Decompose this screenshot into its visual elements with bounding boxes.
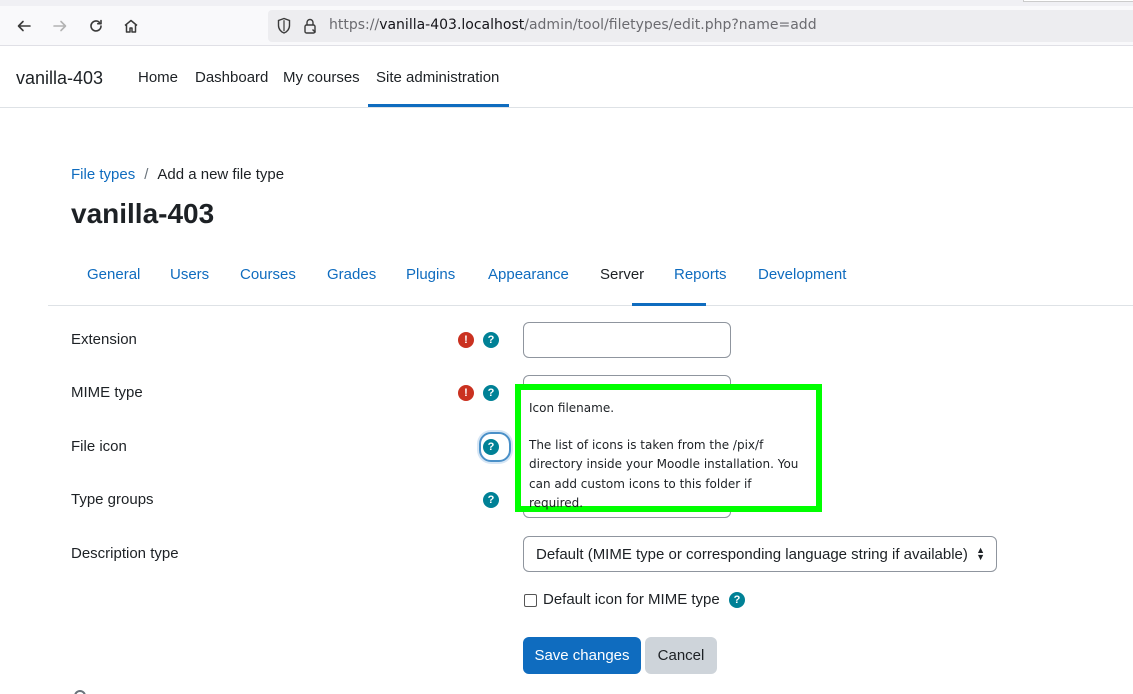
description-type-value: Default (MIME type or corresponding lang… (536, 546, 968, 563)
breadcrumb-current: Add a new file type (157, 166, 285, 183)
type-groups-label: Type groups (71, 491, 154, 508)
site-name[interactable]: vanilla-403 (16, 68, 103, 89)
tab-general[interactable]: General (87, 266, 140, 283)
home-icon[interactable] (120, 15, 142, 37)
extension-label: Extension (71, 331, 137, 348)
help-icon[interactable]: ? (483, 439, 499, 455)
extension-input[interactable] (523, 322, 731, 358)
default-icon-label[interactable]: Default icon for MIME type (543, 591, 720, 608)
help-icon[interactable]: ? (483, 332, 499, 348)
primary-navbar: vanilla-403 Home Dashboard My courses Si… (0, 47, 1133, 108)
cancel-button[interactable]: Cancel (645, 637, 717, 674)
tab-development[interactable]: Development (758, 266, 846, 283)
url-path: /admin/tool/filetypes/edit.php?name=add (524, 17, 817, 33)
forward-icon[interactable] (49, 15, 71, 37)
default-icon-checkbox[interactable] (524, 594, 537, 607)
reload-icon[interactable] (85, 15, 107, 37)
back-icon[interactable] (13, 15, 35, 37)
browser-tab-strip (0, 0, 1133, 6)
description-type-select[interactable]: Default (MIME type or corresponding lang… (523, 536, 997, 572)
tab-server[interactable]: Server (600, 266, 644, 283)
help-icon[interactable]: ? (729, 592, 745, 608)
tab-users[interactable]: Users (170, 266, 209, 283)
partially-visible-icon (74, 690, 86, 694)
url-bar[interactable]: https://vanilla-403.localhost/admin/tool… (268, 10, 1133, 42)
help-popover: Icon filename. The list of icons is take… (515, 384, 822, 512)
tab-grades[interactable]: Grades (327, 266, 376, 283)
help-icon[interactable]: ? (483, 385, 499, 401)
nav-home[interactable]: Home (138, 69, 178, 86)
popover-body: The list of icons is taken from the /pix… (529, 437, 799, 511)
nav-site-administration[interactable]: Site administration (376, 69, 499, 86)
help-icon[interactable]: ? (483, 492, 499, 508)
url-host: vanilla-403.localhost (379, 17, 525, 33)
lock-icon[interactable] (302, 17, 318, 40)
save-changes-button[interactable]: Save changes (523, 637, 641, 674)
mime-type-label: MIME type (71, 384, 143, 401)
popover-content: Icon filename. The list of icons is take… (529, 399, 809, 514)
tab-appearance[interactable]: Appearance (488, 266, 569, 283)
file-icon-label: File icon (71, 438, 127, 455)
select-arrows-icon: ▲ ▼ (976, 545, 985, 562)
page-title: vanilla-403 (71, 198, 215, 229)
secondary-navigation: General Users Courses Grades Plugins App… (48, 255, 1133, 306)
tracking-shield-icon[interactable] (276, 17, 292, 40)
url-text: https://vanilla-403.localhost/admin/tool… (329, 17, 817, 33)
breadcrumb: File types / Add a new file type (71, 166, 284, 183)
required-icon: ! (458, 332, 474, 348)
popover-title: Icon filename. (529, 401, 615, 415)
nav-dashboard[interactable]: Dashboard (195, 69, 268, 86)
nav-my-courses[interactable]: My courses (283, 69, 360, 86)
tab-reports[interactable]: Reports (674, 266, 727, 283)
breadcrumb-separator: / (144, 166, 149, 183)
browser-toolbar: https://vanilla-403.localhost/admin/tool… (0, 0, 1133, 46)
required-icon: ! (458, 385, 474, 401)
browser-tab-edge (1023, 0, 1133, 2)
tab-active-indicator (632, 303, 706, 306)
description-type-label: Description type (71, 545, 179, 562)
tab-courses[interactable]: Courses (240, 266, 296, 283)
breadcrumb-file-types[interactable]: File types (71, 166, 135, 183)
nav-active-indicator (368, 104, 509, 107)
tab-plugins[interactable]: Plugins (406, 266, 455, 283)
url-prefix: https:// (329, 17, 380, 33)
